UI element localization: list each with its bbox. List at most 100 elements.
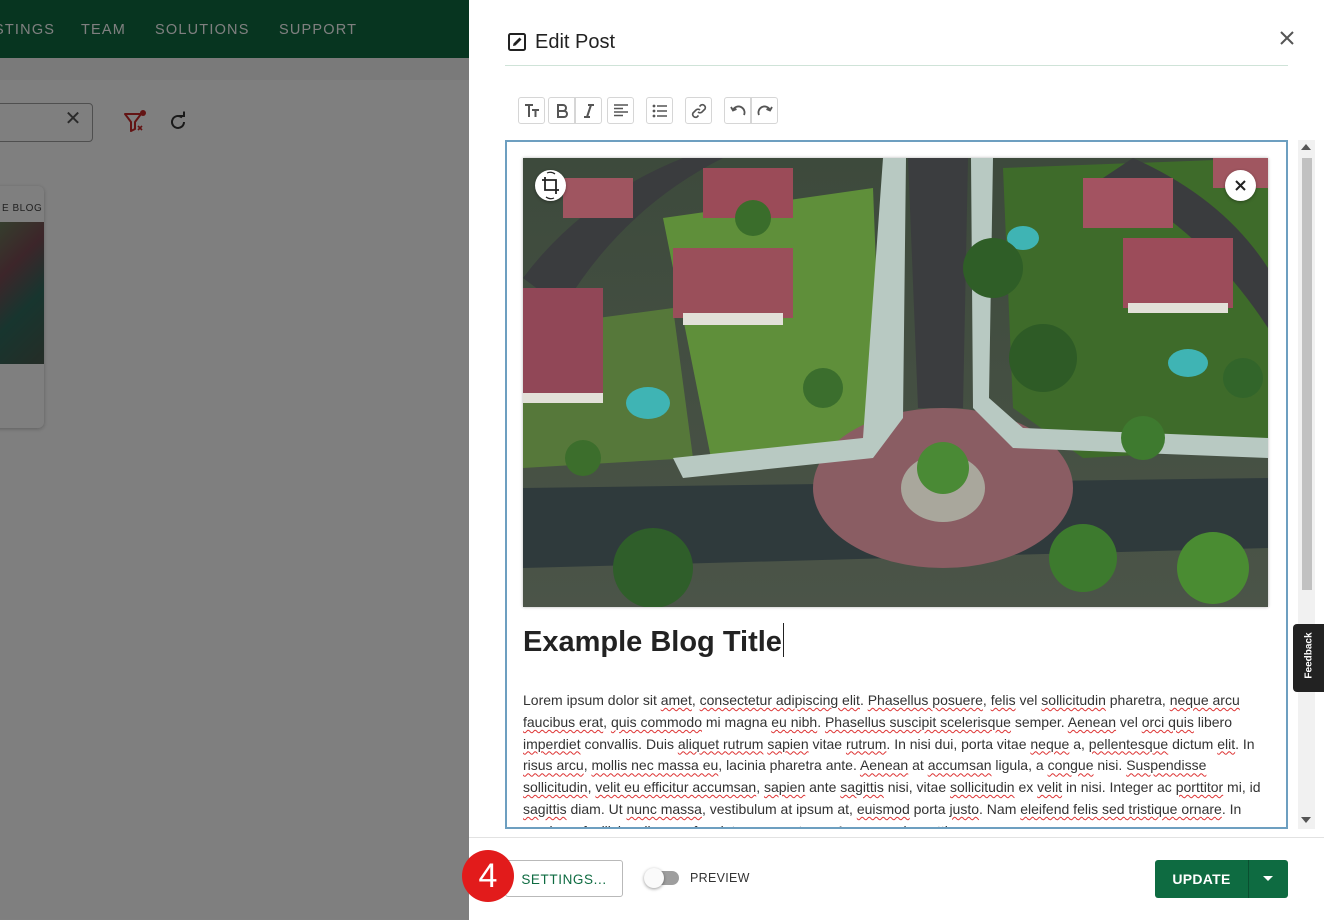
misspelled-word: sagittis (840, 779, 884, 796)
chevron-down-icon (1263, 876, 1273, 881)
body-text-segment: vel (1116, 713, 1142, 730)
body-text-segment: convallis. Duis (580, 735, 678, 752)
body-text-segment: ex (1014, 779, 1038, 796)
close-icon[interactable] (1275, 26, 1299, 50)
body-text-segment: Lorem ipsum dolor sit (523, 692, 661, 708)
align-left-icon (614, 104, 628, 117)
drawer-header: Edit Post (505, 0, 1288, 66)
body-text-segment: libero (1193, 713, 1233, 730)
body-text-segment: semper. (1010, 713, 1068, 730)
post-editor[interactable]: Example Blog Title Lorem ipsum dolor sit… (505, 140, 1288, 829)
misspelled-word: velit eu efficitur accumsan (595, 779, 757, 796)
feedback-label: Feedback (1303, 632, 1315, 679)
update-options-button[interactable] (1248, 860, 1288, 898)
redo-button[interactable] (751, 97, 778, 124)
misspelled-word: consectetur adipiscing elit (699, 692, 860, 708)
misspelled-word: porttitor (1175, 779, 1224, 796)
body-text-segment: . In nisi dui, porta vitae (886, 735, 1031, 752)
body-text-segment: a, (1069, 735, 1089, 752)
misspelled-word: felis (990, 692, 1016, 708)
edit-post-drawer: Edit Post Example Blog Title Lorem ipsum… (462, 0, 1324, 920)
crop-icon (542, 171, 559, 200)
preview-toggle-knob[interactable] (644, 868, 664, 888)
misspelled-word: Aenean (1067, 713, 1117, 730)
body-text-segment: vel (1015, 692, 1042, 708)
redo-icon (757, 105, 773, 116)
aerial-neighborhood-photo (523, 158, 1268, 607)
text-size-button[interactable] (518, 97, 545, 124)
misspelled-word: quis commodo (610, 713, 702, 730)
misspelled-word: orci quis (1141, 713, 1194, 730)
misspelled-word: eleifend felis sed tristique ornare (1020, 800, 1222, 817)
editor-scrollbar[interactable] (1298, 140, 1315, 829)
body-text-segment: , lacinia pharetra ante. (718, 757, 860, 774)
body-text-segment: diam. Ut (566, 800, 627, 817)
misspelled-word: Phasellus posuere (867, 692, 983, 708)
misspelled-word: euismod (856, 800, 910, 817)
misspelled-word: velit (1037, 779, 1063, 796)
link-button[interactable] (685, 97, 712, 124)
body-text-segment: dictum (1168, 735, 1218, 752)
misspelled-word: neque (1030, 735, 1070, 752)
post-title[interactable]: Example Blog Title (523, 623, 785, 660)
bold-button[interactable] (548, 97, 575, 124)
hero-image (523, 158, 1268, 607)
bullet-list-icon (652, 104, 667, 118)
misspelled-word: nunc massa (626, 800, 702, 817)
body-text-segment: , vestibulum at ipsum at, (701, 800, 857, 817)
body-text-segment: . Nam (979, 800, 1021, 817)
misspelled-word: sollicitudin (950, 779, 1015, 796)
scrollbar-thumb[interactable] (1302, 158, 1312, 590)
align-button[interactable] (607, 97, 634, 124)
post-title-text: Example Blog Title (523, 626, 782, 658)
misspelled-word: congue (1047, 757, 1094, 774)
body-text-segment: vitae (808, 735, 846, 752)
settings-button[interactable]: SETTINGS... (505, 860, 623, 897)
misspelled-word: mollis nec massa eu (591, 757, 719, 774)
scroll-down-icon[interactable] (1301, 817, 1311, 823)
undo-icon (730, 105, 746, 116)
drawer-title: Edit Post (535, 31, 616, 53)
misspelled-word: amet (660, 692, 692, 708)
bullet-list-button[interactable] (646, 97, 673, 124)
scroll-up-icon[interactable] (1301, 144, 1311, 150)
update-button[interactable]: UPDATE (1155, 860, 1248, 898)
body-text-segment: , (756, 779, 764, 796)
italic-button[interactable] (575, 97, 602, 124)
crop-image-button[interactable] (535, 170, 566, 201)
misspelled-word: pellentesque (1088, 735, 1169, 752)
preview-toggle[interactable] (644, 868, 679, 888)
misspelled-word: rutrum (845, 735, 887, 752)
undo-button[interactable] (724, 97, 751, 124)
bold-icon (557, 104, 568, 118)
text-size-icon (525, 104, 539, 117)
body-text-segment: , (691, 692, 700, 708)
misspelled-word: sapien (763, 779, 806, 796)
misspelled-word: imperdiet (523, 735, 581, 752)
body-text-segment: mi, id (1223, 779, 1261, 796)
body-text-segment: , (982, 692, 991, 708)
misspelled-word: risus arcu (523, 757, 584, 774)
misspelled-word: elit (1217, 735, 1236, 752)
body-text-segment: in nisi. Integer ac (1062, 779, 1176, 796)
remove-image-button[interactable] (1225, 170, 1256, 201)
body-text-segment: at (908, 757, 928, 774)
body-text-segment: ante (805, 779, 841, 796)
text-caret (782, 623, 785, 658)
misspelled-word: sollicitudin (1041, 692, 1106, 708)
misspelled-word: sagittis (523, 800, 567, 817)
body-text-segment: nisi, vitae (883, 779, 950, 796)
body-text-segment: porta (909, 800, 950, 817)
drawer-footer: SETTINGS... 4 PREVIEW UPDATE (462, 837, 1324, 920)
misspelled-word: accumsan (927, 757, 992, 774)
body-text-segment: nisi. (1093, 757, 1127, 774)
edit-icon (508, 33, 526, 51)
body-text-segment: . (859, 692, 868, 708)
preview-label: PREVIEW (690, 871, 750, 885)
misspelled-word: Aenean (859, 757, 909, 774)
feedback-tab[interactable]: Feedback (1293, 624, 1324, 692)
misspelled-word: Phasellus suscipit scelerisque (824, 713, 1011, 730)
post-body-text[interactable]: Lorem ipsum dolor sit amet, consectetur … (523, 690, 1271, 827)
close-icon (1235, 180, 1246, 191)
link-icon (691, 103, 707, 119)
